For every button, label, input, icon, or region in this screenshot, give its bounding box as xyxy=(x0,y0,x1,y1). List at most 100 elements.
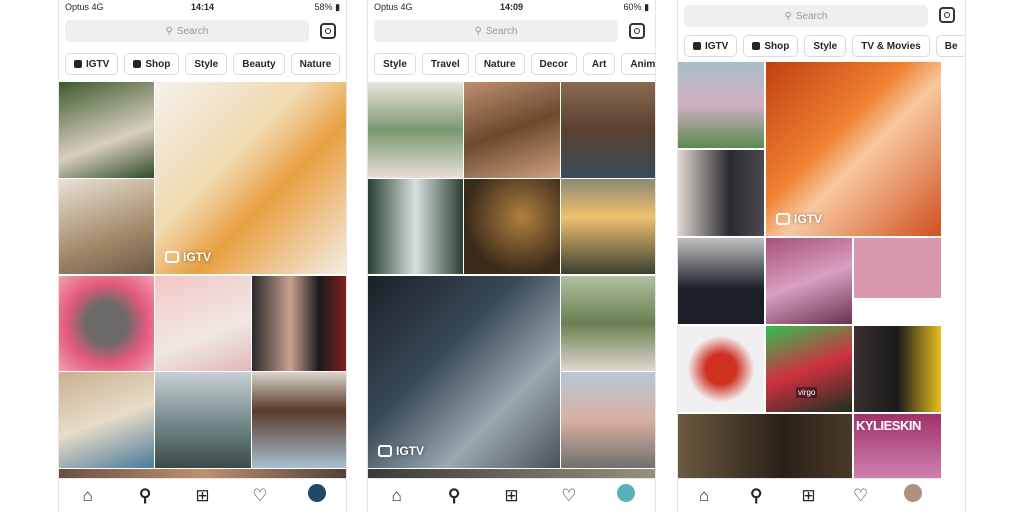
network: 4G xyxy=(400,2,413,12)
network: 4G xyxy=(91,2,104,12)
chip-label: TV & Movies xyxy=(861,40,921,52)
chip-style[interactable]: Style xyxy=(804,35,847,57)
carrier: Optus xyxy=(374,2,399,12)
chip-shop[interactable]: Shop xyxy=(124,53,180,75)
add-post-icon[interactable]: ⊞ xyxy=(191,486,213,506)
chip-style[interactable]: Style xyxy=(374,53,416,75)
chip-label: Travel xyxy=(430,58,460,70)
post-thumbnail[interactable] xyxy=(854,238,941,324)
battery-level: 58% xyxy=(314,1,333,12)
chip-nature[interactable]: Nature xyxy=(474,53,525,75)
search-input[interactable]: ⚲ Search xyxy=(684,5,928,27)
chip-travel[interactable]: Travel xyxy=(421,53,469,75)
carrier: Optus xyxy=(65,2,90,12)
igtv-icon xyxy=(693,42,701,50)
chip-decor[interactable]: Decor xyxy=(530,53,577,75)
search-icon[interactable]: ⚲ xyxy=(745,486,767,506)
search-icon[interactable]: ⚲ xyxy=(134,486,156,506)
post-thumbnail[interactable] xyxy=(678,238,764,324)
search-icon: ⚲ xyxy=(474,25,482,37)
bottom-nav: ⌂ ⚲ ⊞ ♡ xyxy=(368,478,655,512)
phone-screen-explore-2: Optus 4G 14:09 60% ▮ ⚲ Search Style Trave… xyxy=(367,0,656,512)
chip-label: IGTV xyxy=(705,40,729,52)
igtv-icon xyxy=(165,251,179,263)
search-icon: ⚲ xyxy=(165,25,173,37)
igtv-post-thumbnail[interactable]: IGTV xyxy=(766,62,941,236)
chip-tv-movies[interactable]: TV & Movies xyxy=(852,35,930,57)
post-thumbnail[interactable]: virgo xyxy=(766,326,852,412)
post-thumbnail[interactable] xyxy=(464,82,560,178)
add-post-icon[interactable]: ⊞ xyxy=(797,486,819,506)
profile-avatar[interactable] xyxy=(306,484,328,507)
post-thumbnail[interactable] xyxy=(59,372,154,468)
igtv-post-thumbnail[interactable]: IGTV xyxy=(368,276,560,468)
profile-avatar[interactable] xyxy=(902,484,924,507)
post-thumbnail[interactable]: KYLIESKIN xyxy=(854,414,941,478)
heart-icon[interactable]: ♡ xyxy=(249,486,271,506)
add-post-icon[interactable]: ⊞ xyxy=(500,486,522,506)
post-thumbnail[interactable] xyxy=(155,276,251,371)
post-thumbnail[interactable] xyxy=(368,82,463,178)
post-thumbnail[interactable] xyxy=(59,82,154,178)
scan-icon[interactable] xyxy=(629,23,645,39)
post-thumbnail[interactable] xyxy=(155,372,251,468)
post-thumbnail[interactable] xyxy=(678,326,764,412)
profile-avatar[interactable] xyxy=(615,484,637,507)
chip-label: Nature xyxy=(299,58,332,70)
post-thumbnail[interactable] xyxy=(561,82,655,178)
post-thumbnail[interactable] xyxy=(464,179,560,274)
chip-style[interactable]: Style xyxy=(185,53,228,75)
post-thumbnail[interactable] xyxy=(854,326,941,412)
post-thumbnail[interactable] xyxy=(678,414,852,478)
chip-label: Anim xyxy=(630,58,656,70)
home-icon[interactable]: ⌂ xyxy=(693,486,715,506)
chip-beauty[interactable]: Beauty xyxy=(233,53,285,75)
post-thumbnail[interactable] xyxy=(561,372,655,468)
igtv-label: IGTV xyxy=(794,212,823,226)
post-thumbnail[interactable] xyxy=(59,179,154,274)
topic-chips: Style Travel Nature Decor Art Anim xyxy=(374,53,655,75)
chip-shop[interactable]: Shop xyxy=(743,35,799,57)
post-thumbnail[interactable] xyxy=(561,179,655,274)
phone-screen-explore-3: ⚲ Search IGTV Shop Style TV & Movies Be I… xyxy=(677,0,966,512)
chip-animals[interactable]: Anim xyxy=(621,53,656,75)
post-thumbnail[interactable] xyxy=(678,150,764,236)
sticker-text: virgo xyxy=(796,387,818,398)
chip-label: Shop xyxy=(764,40,790,52)
igtv-post-thumbnail[interactable]: IGTV xyxy=(155,82,346,274)
chip-label: Shop xyxy=(145,58,171,70)
chip-nature[interactable]: Nature xyxy=(290,53,341,75)
topic-chips: IGTV Shop Style TV & Movies Be xyxy=(684,35,965,57)
chip-igtv[interactable]: IGTV xyxy=(684,35,738,57)
post-thumbnail[interactable] xyxy=(766,238,852,324)
chip-label: IGTV xyxy=(86,58,110,70)
search-icon: ⚲ xyxy=(784,10,792,22)
search-input[interactable]: ⚲ Search xyxy=(65,20,309,42)
post-thumbnail[interactable] xyxy=(252,276,346,371)
igtv-icon xyxy=(378,445,392,457)
search-input[interactable]: ⚲ Search xyxy=(374,20,618,42)
chip-label: Art xyxy=(591,58,607,70)
search-icon[interactable]: ⚲ xyxy=(443,486,465,506)
chip-beauty[interactable]: Be xyxy=(935,35,965,57)
home-icon[interactable]: ⌂ xyxy=(77,486,99,506)
igtv-label: IGTV xyxy=(396,444,425,458)
post-thumbnail[interactable] xyxy=(368,179,463,274)
post-thumbnail[interactable] xyxy=(561,276,655,371)
scan-icon[interactable] xyxy=(320,23,336,39)
scan-icon[interactable] xyxy=(939,7,955,23)
search-placeholder: Search xyxy=(485,25,518,37)
chip-art[interactable]: Art xyxy=(582,53,616,75)
search-placeholder: Search xyxy=(795,10,828,22)
battery-level: 60% xyxy=(623,1,642,12)
post-thumbnail[interactable] xyxy=(59,276,154,371)
chip-igtv[interactable]: IGTV xyxy=(65,53,119,75)
heart-icon[interactable]: ♡ xyxy=(850,486,872,506)
post-thumbnail[interactable] xyxy=(678,62,764,148)
heart-icon[interactable]: ♡ xyxy=(558,486,580,506)
post-thumbnail[interactable] xyxy=(252,372,346,468)
chip-label: Beauty xyxy=(242,58,276,70)
clock: 14:14 xyxy=(190,2,215,12)
shopping-bag-icon xyxy=(133,60,142,68)
home-icon[interactable]: ⌂ xyxy=(386,486,408,506)
